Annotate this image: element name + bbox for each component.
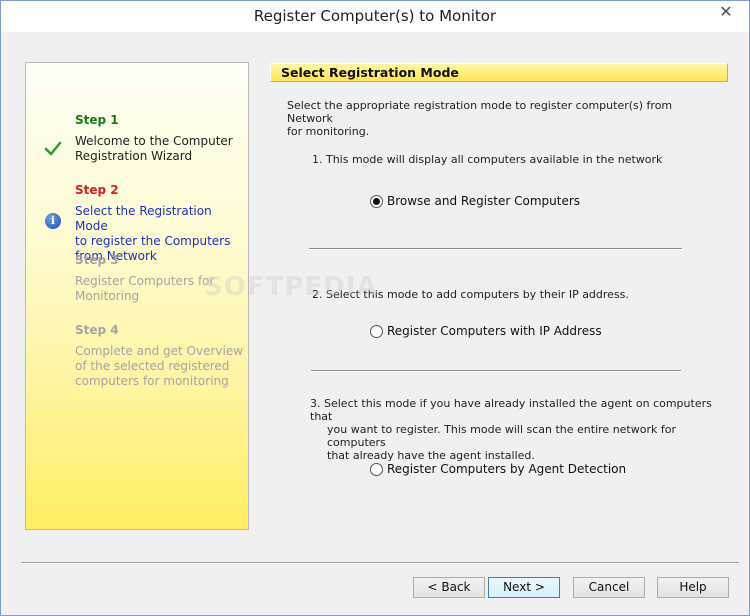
intro-line: Select the appropriate registration mode…	[287, 99, 673, 125]
close-button[interactable]: ✕	[711, 1, 741, 22]
back-button[interactable]: < Back	[413, 577, 485, 598]
radio-register-ip[interactable]: Register Computers with IP Address	[370, 324, 602, 338]
intro-line: for monitoring.	[287, 125, 370, 138]
info-icon: i	[45, 213, 61, 229]
cancel-button[interactable]: Cancel	[573, 577, 645, 598]
separator	[311, 370, 681, 372]
radio-agent-detection[interactable]: Register Computers by Agent Detection	[370, 462, 626, 476]
intro-text: Select the appropriate registration mode…	[287, 99, 707, 138]
section-header: Select Registration Mode	[270, 63, 728, 82]
step-desc-line: Select the Registration Mode	[75, 204, 212, 233]
radio-label[interactable]: Register Computers with IP Address	[387, 324, 602, 338]
radio-button[interactable]	[370, 324, 383, 338]
mode-desc-line: 1. This mode will display all computers …	[312, 153, 663, 166]
mode-1-description: 1. This mode will display all computers …	[312, 153, 712, 166]
radio-label[interactable]: Register Computers by Agent Detection	[387, 462, 626, 476]
step-title: Step 2	[75, 183, 119, 197]
step-desc-line: to register the Computers	[75, 234, 231, 248]
separator	[309, 248, 682, 250]
check-icon	[44, 141, 62, 156]
mode-3-description: 3. Select this mode if you have already …	[310, 397, 730, 462]
step-desc-line: Complete and get Overview	[75, 344, 244, 358]
step-title: Step 4	[75, 323, 119, 337]
step-desc-line: Registration Wizard	[75, 149, 193, 163]
wizard-window: Register Computer(s) to Monitor ✕ i Step…	[0, 0, 750, 616]
step-4: Step 4 Complete and get Overview of the …	[75, 323, 245, 389]
step-desc-line: computers for monitoring	[75, 374, 229, 388]
step-desc-line: Welcome to the Computer	[75, 134, 233, 148]
footer-separator	[21, 562, 739, 564]
mode-desc-line: that already have the agent installed.	[327, 449, 535, 462]
step-description: Complete and get Overview of the selecte…	[75, 344, 245, 389]
step-description: Welcome to the Computer Registration Wiz…	[75, 134, 245, 164]
radio-browse-register[interactable]: Browse and Register Computers	[370, 194, 580, 208]
step-2: Step 2 Select the Registration Mode to r…	[75, 183, 245, 264]
radio-label[interactable]: Browse and Register Computers	[387, 194, 580, 208]
title-bar: Register Computer(s) to Monitor ✕	[1, 1, 749, 32]
next-button[interactable]: Next >	[488, 577, 560, 598]
help-button[interactable]: Help	[657, 577, 729, 598]
radio-button[interactable]	[370, 462, 383, 476]
section-header-label: Select Registration Mode	[281, 65, 459, 80]
radio-button[interactable]	[370, 194, 383, 208]
step-desc-line: of the selected registered	[75, 359, 230, 373]
step-title: Step 3	[75, 253, 119, 267]
step-title: Step 1	[75, 113, 119, 127]
mode-desc-line: you want to register. This mode will sca…	[327, 423, 676, 449]
step-1: Step 1 Welcome to the Computer Registrat…	[75, 113, 245, 164]
window-title: Register Computer(s) to Monitor	[253, 7, 497, 25]
radio-selected-dot	[373, 197, 380, 205]
mode-desc-line: 3. Select this mode if you have already …	[310, 397, 712, 423]
close-icon: ✕	[719, 2, 733, 21]
wizard-body: i Step 1 Welcome to the Computer Registr…	[9, 32, 741, 609]
watermark: SOFTPEDIA	[204, 272, 378, 302]
